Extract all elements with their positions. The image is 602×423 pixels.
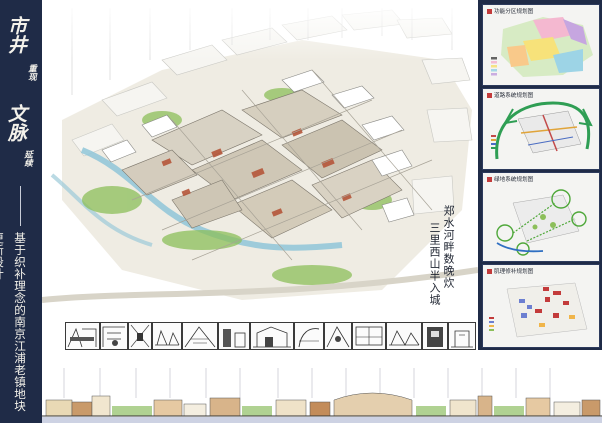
- aerial-drawing-svg: [42, 0, 478, 303]
- title-line1-small: 重现: [26, 64, 37, 81]
- panel-green-system: 绿地系统规划图: [482, 172, 600, 262]
- title-line2: 文脉: [5, 104, 27, 142]
- title-line2-small: 延续: [22, 150, 33, 167]
- sketch-7: [250, 322, 294, 350]
- panel-road-system-title: 道路系统规划图: [487, 91, 533, 99]
- panel-green-system-title: 绿地系统规划图: [487, 175, 533, 183]
- title-line1: 市井: [5, 16, 27, 54]
- street-elevation-strip: [42, 350, 602, 423]
- panel-texture-repair-title: 肌理修补规划图: [487, 267, 533, 275]
- sketch-10: [352, 322, 386, 350]
- poem-line-2: 三里西山半入城: [428, 222, 441, 306]
- red-square-icon: [487, 268, 492, 274]
- sketch-5: [182, 322, 218, 350]
- sketch-11: [386, 322, 422, 350]
- sketch-2: [100, 322, 128, 350]
- sketch-3: [128, 322, 152, 350]
- analysis-column: 功能分区规划图 道路系统规划图 绿地系统规划图 肌理修补规划图: [478, 0, 602, 350]
- sketch-12: [422, 322, 448, 350]
- red-square-icon: [487, 176, 492, 182]
- road-system-map: [491, 101, 593, 160]
- aerial-perspective-drawing: 郑水河畔数晚炊 三里西山半入城: [42, 0, 478, 318]
- elevation-leaders: [63, 368, 551, 398]
- red-square-icon: [487, 8, 492, 14]
- poster-subtitle: 基于织补理念的南京江浦老镇地块更新设计: [0, 232, 27, 412]
- sketch-1: [65, 322, 100, 350]
- sketch-4: [152, 322, 182, 350]
- green-system-map: [496, 189, 587, 256]
- panel-road-system: 道路系统规划图: [482, 88, 600, 170]
- sketch-8: [294, 322, 324, 350]
- street-elevation-svg: [42, 368, 602, 423]
- panel-function-zoning: 功能分区规划图: [482, 4, 600, 86]
- sketch-6: [218, 322, 250, 350]
- title-divider: [20, 186, 21, 226]
- title-sidebar: 市井 重现 文脉 延续 基于织补理念的南京江浦老镇地块更新设计: [0, 0, 42, 423]
- panel-function-zoning-title: 功能分区规划图: [487, 7, 533, 15]
- function-zoning-map: [491, 17, 593, 77]
- elevation-buildings: [45, 392, 601, 417]
- poem-line-1: 郑水河畔数晚炊: [442, 205, 455, 289]
- sketch-9: [324, 322, 352, 350]
- texture-repair-map: [489, 282, 588, 338]
- sketch-13: [448, 322, 476, 350]
- panel-texture-repair: 肌理修补规划图: [482, 264, 600, 348]
- red-square-icon: [487, 92, 492, 98]
